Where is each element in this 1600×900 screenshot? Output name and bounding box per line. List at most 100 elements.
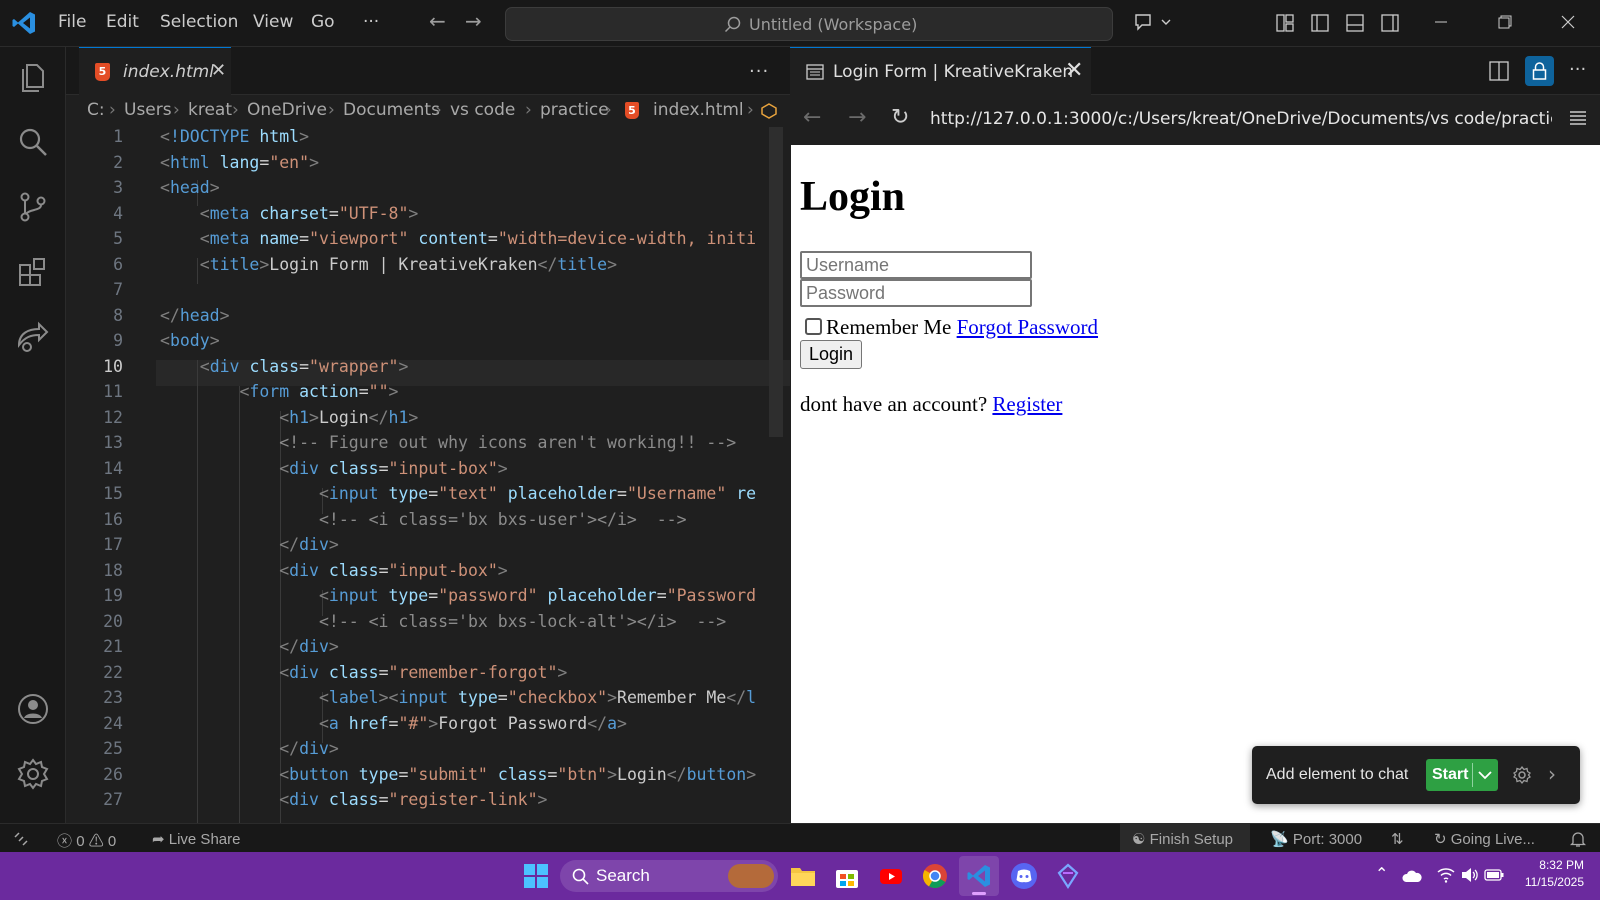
lock-group-button[interactable] [1525,56,1554,86]
more-actions-icon[interactable]: ··· [1569,59,1586,80]
editor-tab-bar: 5 index.html ✕ ··· [66,47,790,95]
taskbar-clock[interactable]: 8:32 PM 11/15/2025 [1514,857,1584,891]
breadcrumb-item[interactable]: OneDrive [247,100,327,120]
error-count: 0 [76,833,85,850]
chevron-right-icon[interactable]: › [1548,762,1556,786]
toggle-primary-sidebar-icon[interactable] [1311,14,1329,32]
onedrive-icon[interactable] [1402,867,1422,885]
going-live-status[interactable]: ↻ Going Live... [1434,830,1535,848]
chevron-right-icon: › [328,100,335,120]
source-control-icon[interactable] [15,189,51,225]
chevron-up-icon[interactable]: ⌃ [1375,864,1388,883]
remote-icon[interactable] [13,831,29,847]
back-icon[interactable]: ← [803,105,821,130]
menu-more[interactable]: ··· [363,12,379,32]
preview-page: Login Username Password Remember Me Forg… [791,145,1600,823]
finish-setup-button[interactable]: ☯ Finish Setup [1120,824,1250,853]
account-icon: ☯ [1132,831,1146,848]
windows-start-icon[interactable] [522,862,550,890]
forgot-password-link[interactable]: Forgot Password [957,315,1098,339]
menu-edit[interactable]: Edit [106,12,139,32]
command-center[interactable]: Untitled (Workspace) [505,7,1113,41]
settings-gear-icon[interactable] [15,756,51,792]
chevron-right-icon: › [109,100,116,120]
menu-view[interactable]: View [253,12,293,32]
reload-icon[interactable]: ↻ [891,105,909,130]
tab-index-html[interactable]: 5 index.html ✕ [79,47,231,95]
search-icon [724,16,741,33]
chat-label: Add element to chat [1266,766,1409,783]
close-tab-icon[interactable]: ✕ [1065,58,1083,83]
problems-indicator[interactable]: ⓧ 0 ⚠ 0 [57,830,116,851]
search-view-icon[interactable] [15,124,51,160]
minimize-icon[interactable] [1433,14,1449,30]
chevron-right-icon: › [525,100,532,120]
remember-checkbox[interactable] [805,318,822,335]
close-window-icon[interactable] [1560,14,1576,30]
vscode-taskbar-button[interactable] [959,856,999,896]
chevron-down-icon[interactable] [1478,769,1492,781]
register-link[interactable]: Register [992,392,1062,416]
menu-selection[interactable]: Selection [160,12,238,32]
browser-preview-icon [806,64,824,80]
microsoft-store-icon[interactable] [833,862,861,890]
symbol-element-icon[interactable] [761,103,777,119]
breadcrumb-item[interactable]: vs code [450,100,515,120]
menu-file[interactable]: File [58,12,86,32]
login-button[interactable]: Login [800,340,863,369]
live-share-status[interactable]: ➦ Live Share [152,830,240,848]
extensions-icon[interactable] [15,254,51,290]
command-center-label: Untitled (Workspace) [749,15,918,34]
split-editor-icon[interactable] [1489,61,1509,81]
chevron-right-icon: › [435,100,442,120]
app-diamond-icon[interactable] [1054,862,1082,890]
toggle-panel-icon[interactable] [1346,14,1364,32]
error-icon: ⓧ [57,833,73,850]
youtube-icon[interactable] [877,862,905,890]
vscode-logo-icon [12,12,35,34]
taskbar-search-label: Search [596,866,650,885]
back-arrow-icon[interactable]: ← [429,9,446,33]
gear-icon[interactable] [1512,765,1532,785]
forward-arrow-icon[interactable]: → [465,9,482,33]
volume-icon[interactable] [1461,867,1479,883]
browser-menu-icon[interactable] [1569,110,1587,126]
code-editor[interactable]: 1 2 3 4 5 6 7 8 9 10 11 12 13 14 15 16 1… [66,127,790,823]
taskbar-search[interactable]: Search [560,860,778,892]
customize-layout-icon[interactable] [1276,14,1294,32]
accounts-icon[interactable] [15,691,51,727]
breadcrumb-item[interactable]: Users [124,100,172,120]
restore-icon[interactable] [1497,14,1513,30]
port-status[interactable]: 📡 Port: 3000 [1270,830,1362,848]
toggle-secondary-sidebar-icon[interactable] [1381,14,1399,32]
more-actions-icon[interactable]: ··· [749,61,769,82]
menu-go[interactable]: Go [311,12,335,32]
file-explorer-icon[interactable] [789,862,817,890]
breadcrumb-item[interactable]: practice [540,100,609,120]
breadcrumb-item[interactable]: kreat [188,100,232,120]
forward-icon[interactable]: → [848,105,866,130]
sync-icon[interactable]: ⇅ [1391,830,1404,848]
live-share-icon[interactable] [15,319,51,355]
copilot-chat-icon[interactable] [1133,11,1173,33]
battery-icon[interactable] [1484,868,1504,882]
breadcrumb-item[interactable]: index.html [653,100,744,120]
vscode-icon [967,865,990,887]
username-input[interactable]: Username [800,251,1032,279]
close-tab-icon[interactable]: ✕ [211,60,226,81]
finish-setup-label: ☯ Finish Setup [1132,831,1234,848]
status-bar: ⓧ 0 ⚠ 0 ➦ Live Share ☯ Finish Setup 📡 Po… [0,823,1600,853]
breadcrumb-item[interactable]: C: [87,100,105,120]
bell-icon[interactable] [1570,830,1586,848]
warning-icon: ⚠ [88,833,104,850]
editor-scrollbar[interactable] [769,127,783,437]
password-input[interactable]: Password [800,279,1032,307]
discord-icon[interactable] [1010,862,1038,890]
start-button[interactable]: Start [1426,759,1498,791]
tab-live-preview[interactable]: Login Form | KreativeKraken ✕ [790,47,1091,95]
breadcrumb-item[interactable]: Documents [343,100,440,120]
wifi-icon[interactable] [1437,867,1455,883]
explorer-icon[interactable] [15,59,51,95]
chrome-icon[interactable] [921,862,949,890]
url-bar[interactable]: http://127.0.0.1:3000/c:/Users/kreat/One… [930,109,1552,129]
